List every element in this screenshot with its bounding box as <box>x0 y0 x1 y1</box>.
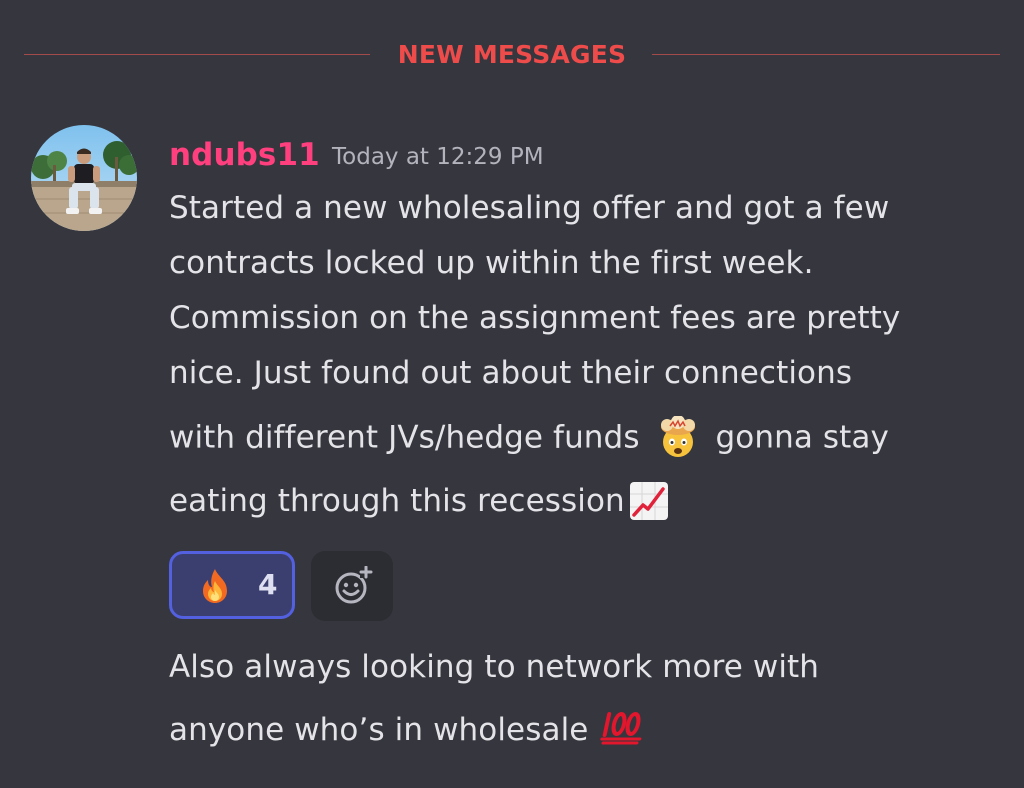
chart-increasing-emoji <box>629 481 669 521</box>
message-line-6: eating through this recession <box>169 481 669 523</box>
message-timestamp: Today at 12:29 PM <box>332 144 544 170</box>
user-avatar[interactable] <box>31 125 137 231</box>
avatar-photo <box>31 125 137 231</box>
followup-line-2-text: anyone who’s in wholesale <box>169 712 589 748</box>
message-line-5-end: gonna stay <box>715 419 889 456</box>
message-line-2: contracts locked up within the first wee… <box>169 245 814 281</box>
add-reaction-button[interactable] <box>311 551 393 621</box>
message-line-6-text: eating through this recession <box>169 483 625 519</box>
message-line-3: Commission on the assignment fees are pr… <box>169 300 901 336</box>
followup-line-1: Also always looking to network more with <box>169 649 820 685</box>
new-messages-divider: NEW MESSAGES <box>24 34 1000 76</box>
message-line-1: Started a new wholesaling offer and got … <box>169 190 890 226</box>
message-author[interactable]: ndubs11 <box>169 134 320 176</box>
message-line-4: nice. Just found out about their connect… <box>169 355 853 391</box>
add-reaction-icon <box>335 566 373 604</box>
divider-line-left <box>24 54 370 55</box>
message-line-5-start: with different JVs/hedge funds <box>169 419 640 456</box>
followup-line-2: anyone who’s in wholesale <box>169 711 648 750</box>
message-line-5: with different JVs/hedge funds gonna sta… <box>169 415 889 460</box>
fire-emoji <box>196 567 234 609</box>
hundred-points-emoji <box>600 710 648 746</box>
divider-line-right <box>652 54 1000 55</box>
chat-view: NEW MESSAGES ndubs11 Today at 12:29 PM S… <box>0 0 1024 788</box>
reaction-fire-button[interactable]: 4 <box>169 551 295 619</box>
reaction-count: 4 <box>258 568 278 601</box>
new-messages-label: NEW MESSAGES <box>397 40 627 69</box>
exploding-head-emoji <box>654 415 702 458</box>
